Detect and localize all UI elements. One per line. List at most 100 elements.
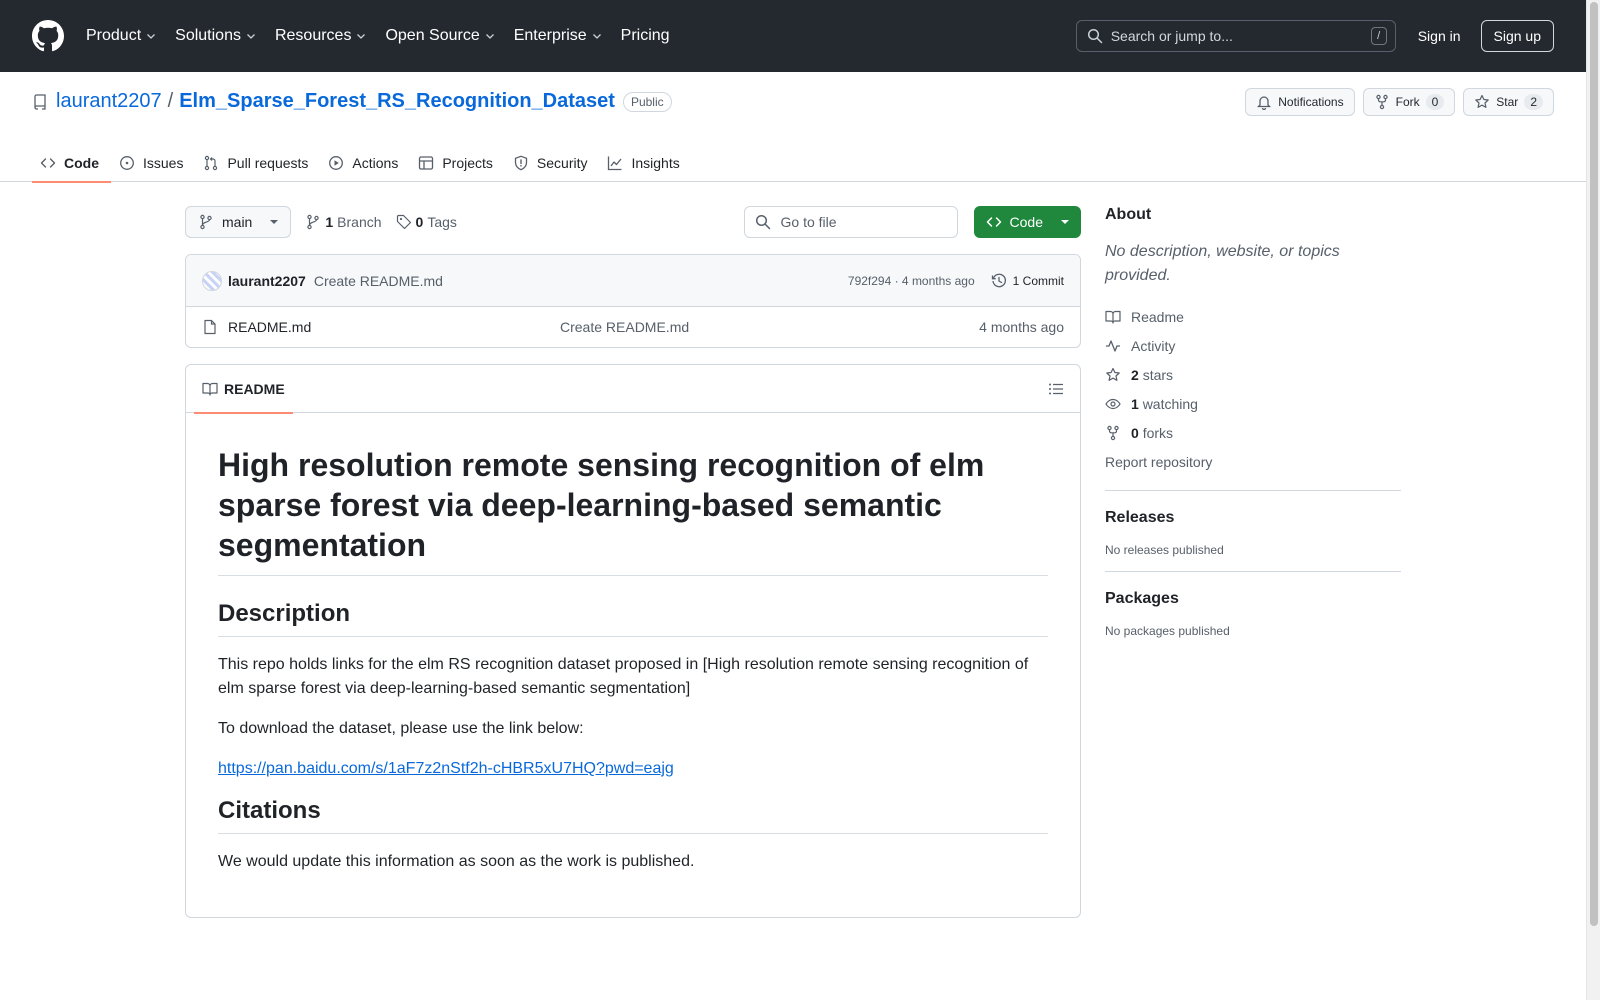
nav-resources[interactable]: Resources: [275, 20, 367, 52]
commit-message[interactable]: Create README.md: [314, 273, 443, 289]
page-scrollbar[interactable]: [1586, 0, 1600, 1000]
file-commit-time: 4 months ago: [979, 319, 1064, 335]
watchers-link[interactable]: 1 watching: [1105, 389, 1401, 418]
branch-icon: [307, 214, 320, 230]
readme-heading-citations: Citations: [218, 797, 1048, 834]
tab-actions[interactable]: Actions: [320, 144, 410, 182]
branch-name: main: [222, 214, 253, 230]
readme-body: High resolution remote sensing recogniti…: [186, 413, 1080, 874]
readme-panel: README High resolution remote sensing re…: [185, 364, 1081, 918]
tab-projects[interactable]: Projects: [410, 144, 505, 182]
readme-link[interactable]: Readme: [1105, 302, 1401, 331]
scrollbar-thumb[interactable]: [1590, 2, 1598, 926]
fork-icon: [1375, 94, 1388, 110]
commit-author[interactable]: laurant2207: [228, 273, 306, 289]
tab-insights[interactable]: Insights: [599, 144, 691, 182]
readme-heading-description: Description: [218, 600, 1048, 637]
commit-count-label: 1 Commit: [1012, 273, 1064, 288]
readme-header: README: [186, 365, 1080, 414]
repo-tabs: Code Issues Pull requests Actions Projec…: [32, 144, 692, 183]
nav-open-source[interactable]: Open Source: [385, 20, 495, 52]
repo-sidebar: About No description, website, or topics…: [1105, 206, 1401, 638]
activity-link[interactable]: Activity: [1105, 331, 1401, 360]
book-icon: [1105, 310, 1121, 324]
nav-open-source-label: Open Source: [385, 27, 480, 44]
commit-hash-time[interactable]: 792f294 · 4 months ago: [848, 274, 975, 288]
table-row: README.md Create README.md 4 months ago: [186, 307, 1080, 347]
readme-paragraph-citations: We would update this information as soon…: [218, 853, 695, 870]
nav-pricing[interactable]: Pricing: [621, 20, 670, 52]
tab-code-label: Code: [64, 155, 99, 171]
bell-icon: [1257, 96, 1272, 110]
about-description: No description, website, or topics provi…: [1105, 243, 1340, 284]
tab-pull-requests[interactable]: Pull requests: [195, 144, 320, 182]
avatar[interactable]: [202, 270, 222, 291]
search-icon: [1087, 28, 1102, 44]
repo-owner-link[interactable]: laurant2207: [56, 90, 162, 113]
watching-label: watching: [1142, 395, 1198, 412]
code-dropdown-button[interactable]: Code: [973, 206, 1081, 238]
sign-in-link[interactable]: Sign in: [1418, 28, 1461, 44]
file-commit-message[interactable]: Create README.md: [560, 319, 689, 335]
nav-solutions[interactable]: Solutions: [175, 20, 257, 52]
global-search-input[interactable]: Search or jump to... /: [1075, 20, 1396, 52]
star-button[interactable]: Star 2: [1463, 88, 1554, 116]
stars-label: stars: [1142, 366, 1174, 383]
tag-label: Tags: [427, 214, 457, 230]
github-logo-icon[interactable]: [32, 20, 64, 52]
tab-issues[interactable]: Issues: [111, 144, 195, 182]
nav-solutions-label: Solutions: [175, 27, 241, 44]
code-button-label: Code: [1009, 214, 1043, 230]
nav-product[interactable]: Product: [86, 20, 157, 52]
code-icon: [986, 217, 1001, 227]
tab-projects-label: Projects: [442, 155, 493, 171]
star-label: Star: [1496, 95, 1519, 109]
readme-paragraph-download: To download the dataset, please use the …: [218, 720, 584, 737]
tags-link[interactable]: 0 Tags: [396, 214, 457, 230]
history-icon: [991, 273, 1006, 287]
global-nav: Product Solutions Resources Open Source …: [86, 20, 688, 52]
tab-code[interactable]: Code: [32, 144, 111, 183]
book-icon: [202, 382, 218, 396]
sign-up-button[interactable]: Sign up: [1480, 20, 1554, 52]
tab-security[interactable]: Security: [505, 144, 600, 182]
chevron-down-icon: [147, 34, 156, 39]
fork-label: Fork: [1395, 95, 1420, 109]
tag-icon: [396, 214, 411, 230]
releases-heading[interactable]: Releases: [1105, 509, 1401, 527]
play-icon: [329, 156, 344, 170]
chevron-down-icon: [357, 34, 366, 39]
pull-request-icon: [205, 155, 218, 171]
go-to-file-placeholder: Go to file: [780, 214, 837, 230]
main-content: main 1 Branch 0 Tags Go to file Code lau…: [185, 206, 1081, 918]
tab-insights-label: Insights: [631, 155, 680, 171]
branch-select-button[interactable]: main: [185, 206, 292, 238]
latest-commit: laurant2207 Create README.md 792f294 · 4…: [186, 255, 1080, 307]
repo-name-link[interactable]: Elm_Sparse_Forest_RS_Recognition_Dataset: [179, 90, 615, 113]
star-icon: [1106, 367, 1120, 381]
forks-link[interactable]: 0 forks: [1105, 418, 1401, 447]
chevron-down-icon: [485, 34, 494, 39]
branches-link[interactable]: 1 Branch: [305, 214, 382, 230]
fork-button[interactable]: Fork 0: [1362, 88, 1456, 116]
tab-security-label: Security: [536, 155, 588, 171]
stars-link[interactable]: 2 stars: [1105, 360, 1401, 389]
go-to-file-input[interactable]: Go to file: [743, 206, 958, 238]
file-name-link[interactable]: README.md: [228, 319, 560, 335]
packages-heading[interactable]: Packages: [1105, 590, 1401, 608]
pulse-icon: [1106, 339, 1120, 352]
outline-button[interactable]: [1040, 373, 1072, 405]
tab-readme[interactable]: README: [194, 365, 293, 414]
dataset-download-link[interactable]: https://pan.baidu.com/s/1aF7z2nStf2h-cHB…: [218, 760, 674, 777]
divider: [1105, 490, 1401, 491]
nav-enterprise[interactable]: Enterprise: [514, 20, 603, 52]
report-repository-link[interactable]: Report repository: [1105, 447, 1401, 476]
tab-pull-requests-label: Pull requests: [227, 155, 309, 171]
notifications-button[interactable]: Notifications: [1245, 88, 1355, 116]
visibility-badge: Public: [622, 91, 672, 112]
search-placeholder: Search or jump to...: [1110, 28, 1233, 44]
commit-history-link[interactable]: 1 Commit: [991, 273, 1064, 289]
notifications-label: Notifications: [1278, 95, 1344, 109]
eye-icon: [1105, 398, 1121, 409]
star-icon: [1475, 94, 1490, 108]
